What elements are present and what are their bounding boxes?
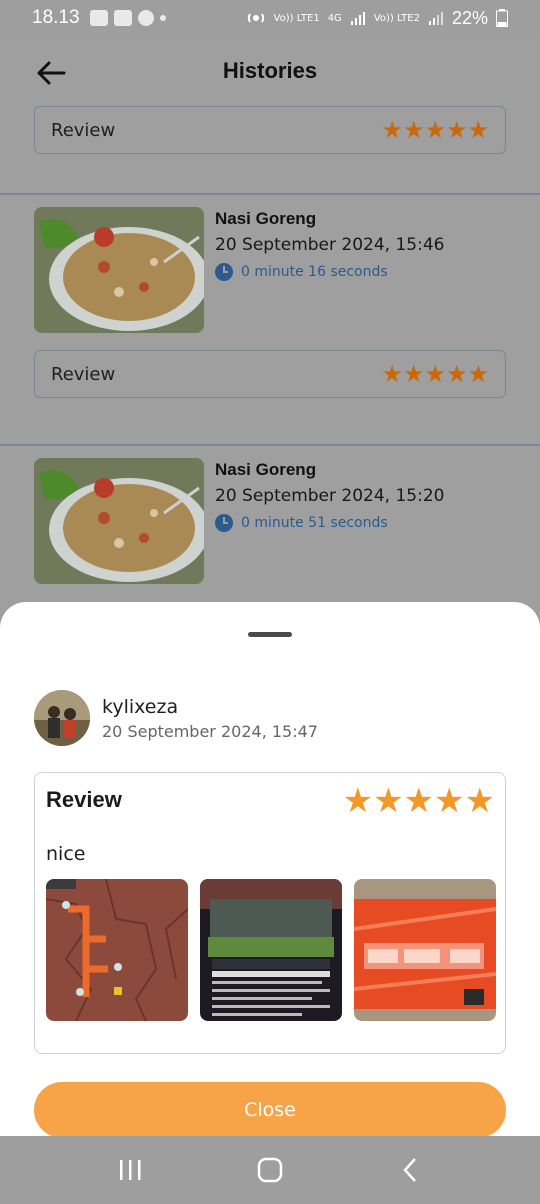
duration-text: 0 minute 51 seconds — [241, 515, 388, 531]
duration-text: 0 minute 16 seconds — [241, 264, 388, 280]
review-label: Review — [51, 363, 116, 385]
chevron-left-icon — [403, 1158, 416, 1182]
review-card: Review ★★★★★ nice — [34, 772, 506, 1054]
network-label-2: Vo)) LTE2 — [373, 12, 420, 24]
review-bottom-sheet: kylixeza 20 September 2024, 15:47 Review… — [0, 602, 540, 1138]
review-images — [46, 879, 496, 1021]
food-image — [34, 207, 204, 333]
food-duration: 0 minute 16 seconds — [215, 263, 444, 281]
page-title: Histories — [222, 58, 318, 83]
system-navigation-bar — [0, 1136, 540, 1204]
hotspot-icon — [247, 13, 264, 23]
home-button[interactable] — [248, 1155, 292, 1185]
battery-percent: 22% — [451, 7, 488, 28]
signal-icon — [350, 12, 365, 25]
status-bar: 18.13 Vo)) LTE1 4G Vo)) LTE2 22% — [0, 0, 540, 36]
review-image[interactable] — [354, 879, 496, 1021]
recent-apps-icon — [120, 1160, 141, 1180]
food-info: Nasi Goreng 20 September 2024, 15:20 0 m… — [215, 460, 444, 532]
review-image[interactable] — [46, 879, 188, 1021]
notification-icons — [89, 10, 166, 26]
status-time: 18.13 — [32, 7, 80, 28]
star-rating: ★★★★★ — [381, 116, 489, 144]
network-label-1: Vo)) LTE1 — [273, 12, 320, 24]
review-box[interactable]: Review ★★★★★ — [34, 106, 506, 154]
food-name: Nasi Goreng — [215, 460, 317, 479]
divider — [0, 444, 540, 446]
game-icon — [113, 10, 132, 26]
recent-apps-button[interactable] — [108, 1155, 152, 1185]
signal-icon-2 — [428, 12, 443, 25]
food-name: Nasi Goreng — [215, 209, 317, 228]
reviewer-info: kylixeza 20 September 2024, 15:47 — [34, 690, 318, 746]
home-icon — [257, 1157, 283, 1183]
status-right: Vo)) LTE1 4G Vo)) LTE2 22% — [246, 8, 508, 29]
food-date: 20 September 2024, 15:46 — [215, 235, 445, 255]
review-star-rating: ★★★★★ — [342, 781, 495, 821]
food-duration: 0 minute 51 seconds — [215, 514, 444, 532]
close-button[interactable]: Close — [34, 1082, 506, 1138]
clock-icon — [215, 263, 233, 281]
network-type: 4G — [327, 12, 342, 24]
dot-icon — [159, 15, 166, 21]
review-box[interactable]: Review ★★★★★ — [34, 350, 506, 398]
review-text: nice — [46, 843, 86, 865]
drag-handle[interactable] — [248, 632, 292, 637]
clock-icon — [215, 514, 233, 532]
reviewer-name: kylixeza — [102, 695, 179, 718]
gallery-icon — [89, 10, 108, 26]
food-image — [34, 458, 204, 584]
review-image[interactable] — [200, 879, 342, 1021]
divider — [0, 193, 540, 195]
review-date: 20 September 2024, 15:47 — [102, 721, 318, 741]
food-date: 20 September 2024, 15:20 — [215, 486, 445, 506]
dnd-icon — [137, 10, 154, 26]
battery-icon — [496, 9, 508, 27]
review-title: Review — [46, 787, 122, 812]
avatar — [34, 690, 90, 746]
review-label: Review — [51, 119, 116, 141]
history-item[interactable]: Nasi Goreng 20 September 2024, 15:20 0 m… — [34, 458, 506, 586]
food-info: Nasi Goreng 20 September 2024, 15:46 0 m… — [215, 209, 444, 281]
star-rating: ★★★★★ — [381, 360, 489, 388]
back-button[interactable] — [388, 1155, 432, 1185]
app-header: Histories — [0, 36, 540, 108]
history-item[interactable]: Nasi Goreng 20 September 2024, 15:46 0 m… — [34, 207, 506, 335]
